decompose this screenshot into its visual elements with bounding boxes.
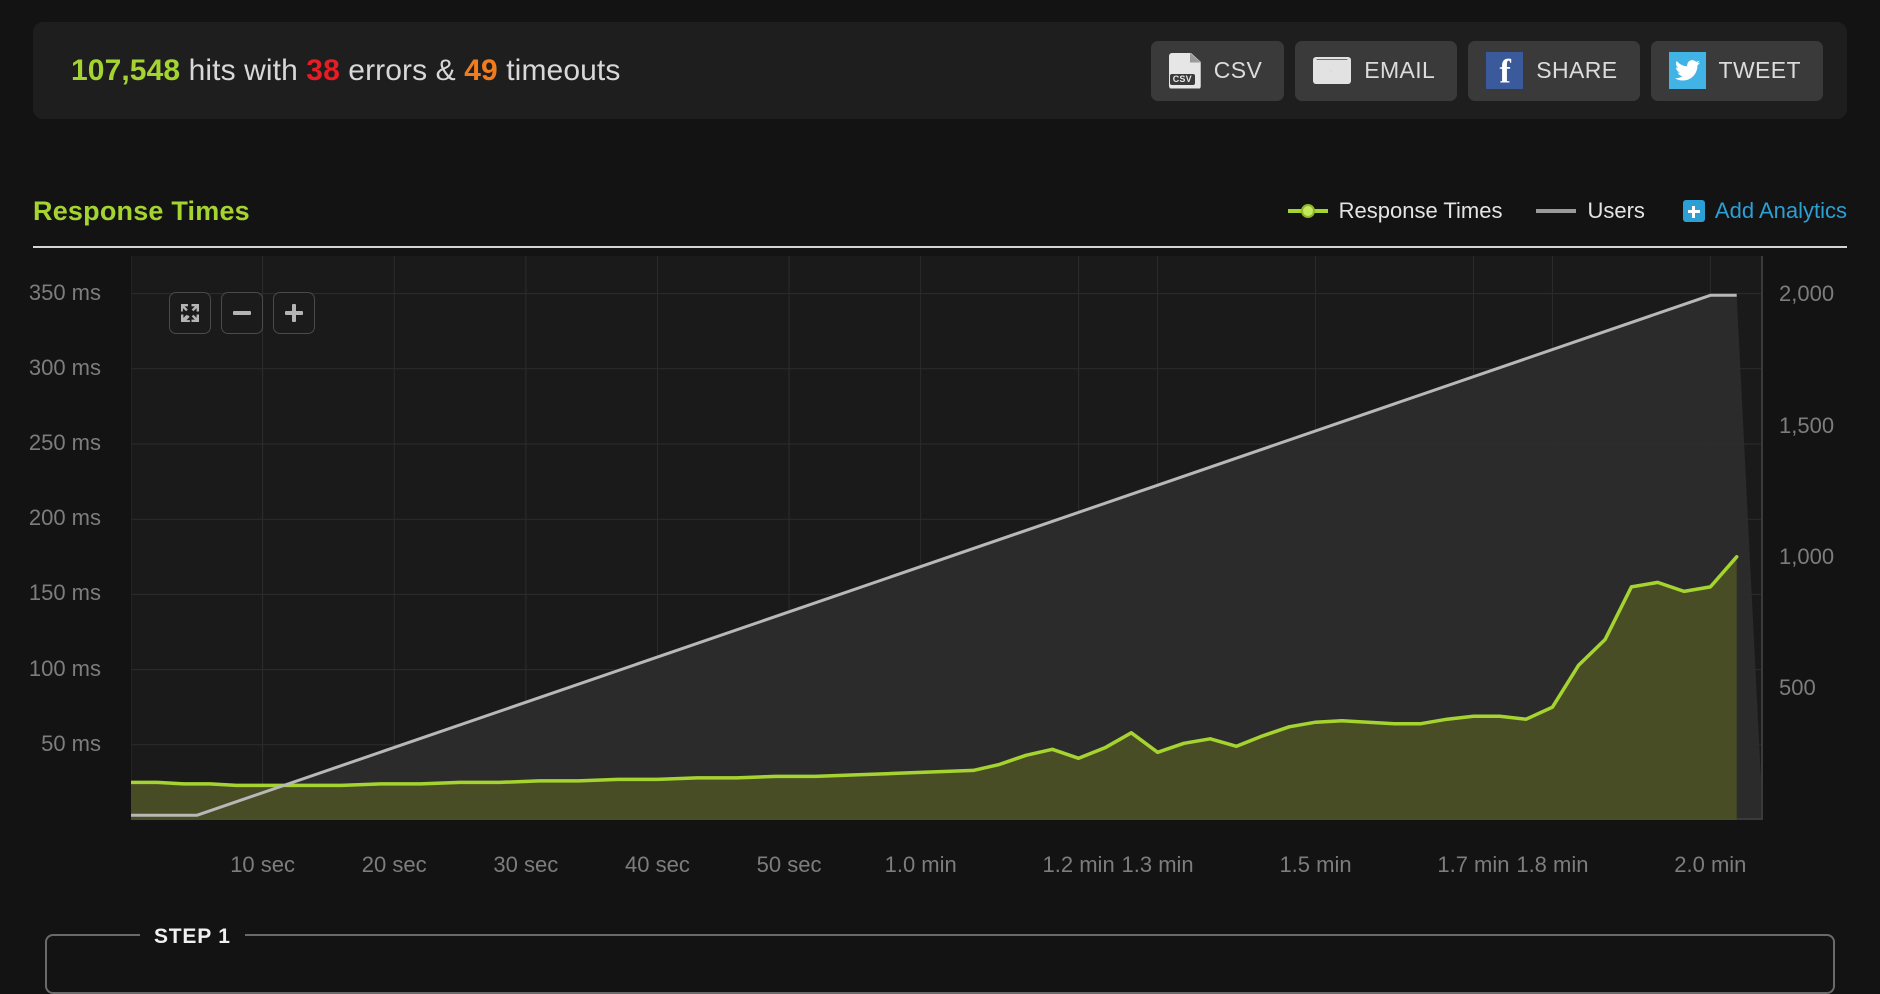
tweet-button[interactable]: TWEET: [1651, 41, 1824, 101]
plus-icon: [1683, 200, 1705, 222]
legend-item-response-times[interactable]: Response Times: [1288, 198, 1503, 224]
hits-count: 107,548: [71, 54, 180, 87]
add-analytics-label: Add Analytics: [1715, 198, 1847, 224]
errors-count: 38: [306, 54, 340, 87]
x-axis-tick: 1.5 min: [1279, 852, 1351, 878]
y-axis-right-tick: 1,000: [1779, 544, 1834, 570]
y-axis-right-tick: 500: [1779, 675, 1816, 701]
x-axis-tick: 1.2 min: [1043, 852, 1115, 878]
y-axis-left-tick: 50 ms: [41, 731, 101, 757]
y-axis-left-tick: 300 ms: [29, 355, 101, 381]
x-axis-tick: 1.7 min: [1437, 852, 1509, 878]
csv-button[interactable]: CSV CSV: [1151, 41, 1285, 101]
response-times-line-icon: [1288, 204, 1328, 218]
envelope-icon: [1313, 57, 1351, 84]
legend-label-users: Users: [1587, 198, 1644, 224]
chart-title: Response Times: [33, 196, 250, 227]
email-button[interactable]: EMAIL: [1295, 41, 1457, 101]
y-axis-left-tick: 200 ms: [29, 505, 101, 531]
users-line-icon: [1536, 209, 1576, 213]
step-1-bar: [45, 934, 1835, 994]
x-axis-tick: 1.0 min: [885, 852, 957, 878]
x-axis-tick: 30 sec: [493, 852, 558, 878]
twitter-icon: [1669, 52, 1706, 89]
chart-divider: [33, 246, 1847, 248]
add-analytics-link[interactable]: Add Analytics: [1683, 198, 1847, 224]
x-axis-tick: 10 sec: [230, 852, 295, 878]
facebook-icon: f: [1486, 52, 1523, 89]
expand-button[interactable]: [169, 292, 211, 334]
share-button-label: SHARE: [1536, 57, 1617, 84]
chart-plot-area[interactable]: [131, 256, 1763, 820]
legend-label-response-times: Response Times: [1339, 198, 1503, 224]
share-button[interactable]: f SHARE: [1468, 41, 1639, 101]
x-axis-tick: 50 sec: [757, 852, 822, 878]
timeouts-count: 49: [464, 54, 498, 87]
zoom-in-button[interactable]: [273, 292, 315, 334]
x-axis-tick: 2.0 min: [1674, 852, 1746, 878]
action-buttons: CSV CSV EMAIL f SHARE TWEET: [1151, 41, 1823, 101]
step-1-label: STEP 1: [140, 925, 245, 949]
response-times-chart: 50 ms 100 ms 150 ms 200 ms 250 ms 300 ms 350 m…: [0, 256, 1880, 876]
y-axis-left-tick: 250 ms: [29, 430, 101, 456]
y-axis-left-tick: 150 ms: [29, 580, 101, 606]
chart-legend: Response Times Users Add Analytics: [1254, 198, 1847, 224]
csv-file-icon: CSV: [1169, 53, 1201, 89]
y-axis-right-tick: 1,500: [1779, 413, 1834, 439]
summary-text: 107,548 hits with 38 errors & 49 timeout…: [71, 54, 620, 88]
x-axis-tick: 1.8 min: [1516, 852, 1588, 878]
x-axis-tick: 1.3 min: [1122, 852, 1194, 878]
hits-label: hits with: [180, 54, 306, 87]
chart-svg: [131, 256, 1763, 820]
legend-item-users[interactable]: Users: [1536, 198, 1644, 224]
tweet-button-label: TWEET: [1719, 57, 1802, 84]
x-axis-tick: 20 sec: [362, 852, 427, 878]
x-axis-tick: 40 sec: [625, 852, 690, 878]
email-button-label: EMAIL: [1364, 57, 1435, 84]
chart-header: Response Times Response Times Users Add …: [33, 188, 1847, 234]
summary-card: 107,548 hits with 38 errors & 49 timeout…: [33, 22, 1847, 119]
expand-arrows-icon: [180, 303, 200, 323]
timeouts-label: timeouts: [498, 54, 621, 87]
zoom-out-button[interactable]: [221, 292, 263, 334]
y-axis-right-tick: 2,000: [1779, 281, 1834, 307]
chart-zoom-controls: [169, 292, 315, 334]
y-axis-left-tick: 100 ms: [29, 656, 101, 682]
errors-label: errors &: [340, 54, 464, 87]
plus-icon-zoom: [283, 302, 305, 324]
y-axis-left-tick: 350 ms: [29, 280, 101, 306]
minus-icon: [231, 302, 253, 324]
csv-button-label: CSV: [1214, 57, 1263, 84]
